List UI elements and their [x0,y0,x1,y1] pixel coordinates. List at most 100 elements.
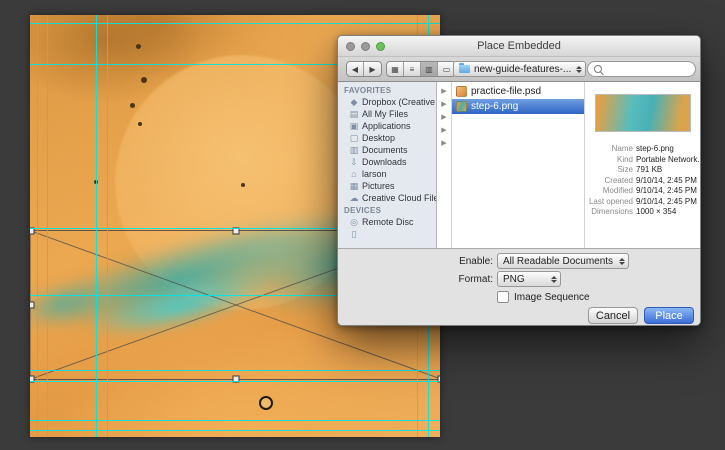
documents-icon: ▥ [349,144,359,155]
guide-horizontal[interactable] [30,381,440,382]
sidebar-item-label: larson [362,169,387,179]
view-mode-control: ▦ ≡ ▥ ▭ [386,61,456,77]
guide-vertical[interactable] [37,15,38,437]
info-value: 9/10/14, 2:45 PM [636,175,697,185]
paint-spot [141,77,147,83]
guide-vertical[interactable] [96,15,97,437]
sidebar-item-label: Creative Cloud Files [362,193,436,203]
file-browser: FAVORITES ◆ Dropbox (Creative Cl... ▤All … [338,82,700,248]
all-my-files-icon: ▤ [349,108,359,119]
navigation-control: ◀ ▶ [346,61,382,77]
search-field[interactable] [587,61,696,77]
info-value: Portable Network... [636,154,700,164]
info-value: 9/10/14, 2:45 PM [636,186,697,195]
chevron-right-icon[interactable]: ▶ [437,98,451,111]
transform-handle[interactable] [30,301,35,309]
photoshop-workspace: Place Embedded ◀ ▶ ▦ ≡ ▥ ▭ new-guide-fea… [0,0,725,450]
file-row-step-6[interactable]: step-6.png [452,99,584,114]
sidebar-item-downloads[interactable]: ⇩ Downloads [338,156,436,168]
guide-horizontal[interactable] [30,430,440,431]
guide-vertical[interactable] [47,15,48,437]
sidebar: FAVORITES ◆ Dropbox (Creative Cl... ▤All … [338,82,437,248]
preview-column: Name step-6.png Kind Portable Network... S… [585,82,700,248]
paint-ring-spot [259,396,273,410]
file-list-column: practice-file.psd step-6.png [452,82,585,248]
chevron-right-icon[interactable]: ▶ [437,124,451,137]
place-button[interactable]: Place [644,307,694,324]
format-label: Format: [458,273,493,285]
file-name: practice-file.psd [471,86,542,97]
enable-dropdown[interactable]: All Readable Documents [497,253,629,269]
psd-file-icon [456,86,467,97]
dialog-toolbar: ◀ ▶ ▦ ≡ ▥ ▭ new-guide-features-... [338,57,700,82]
sidebar-item-pictures[interactable]: ▦ Pictures [338,180,436,192]
info-label: Dimensions [591,207,633,216]
place-embedded-dialog: Place Embedded ◀ ▶ ▦ ≡ ▥ ▭ new-guide-fea… [337,35,701,326]
info-label: Last opened [588,196,633,206]
guide-vertical[interactable] [107,15,108,437]
dialog-title: Place Embedded [477,40,561,52]
png-file-icon [456,101,467,112]
downloads-icon: ⇩ [350,156,358,167]
cancel-button[interactable]: Cancel [588,307,638,324]
info-value: 1000 × 354 [636,207,677,216]
chevron-right-icon[interactable]: ▶ [437,85,451,98]
sidebar-item-home[interactable]: ⌂ larson [338,168,436,180]
sidebar-item-remote-disc[interactable]: ◎ Remote Disc [338,216,436,228]
popup-arrows-icon [546,275,557,283]
sidebar-item-creative-cloud[interactable]: ☁ Creative Cloud Files [338,192,437,204]
folder-icon [459,63,470,73]
popup-arrows-icon [571,65,582,73]
sidebar-item-documents[interactable]: ▥ Documents [338,144,436,156]
sidebar-item-label: All My Files [362,109,409,119]
paint-spot [130,103,135,108]
back-button[interactable]: ◀ [347,62,364,76]
forward-button[interactable]: ▶ [364,62,381,76]
device-icon: ▯ [351,228,357,239]
chevron-right-icon[interactable]: ▶ [437,137,451,150]
paint-spot [136,44,141,49]
guide-horizontal[interactable] [30,370,440,371]
list-view-button[interactable]: ≡ [404,62,421,76]
dropbox-icon: ◆ [350,96,358,107]
info-label: Name [611,144,633,153]
sidebar-item-label: Remote Disc [362,217,414,227]
sidebar-item-desktop[interactable]: ▢ Desktop [338,132,436,144]
dialog-titlebar[interactable]: Place Embedded [338,36,700,57]
file-preview-thumbnail [594,94,691,132]
sidebar-item-label: Pictures [362,181,395,191]
guide-horizontal[interactable] [30,420,440,421]
file-info: Name step-6.png Kind Portable Network... S… [585,144,700,218]
folder-path-label: new-guide-features-... [474,63,571,75]
sidebar-item-device[interactable]: ▯ [338,228,436,240]
info-label: Modified [602,186,633,195]
creative-cloud-icon: ☁ [349,192,359,203]
info-label: Kind [616,154,633,164]
sidebar-item-label: Desktop [362,133,396,143]
previous-column-strip: ▶ ▶ ▶ ▶ ▶ [437,82,452,248]
applications-icon: ▣ [349,120,359,131]
paint-spot [138,122,142,126]
column-view-button[interactable]: ▥ [421,62,438,76]
dialog-buttonbar: Cancel Place [338,304,700,325]
format-dropdown[interactable]: PNG [497,271,561,287]
pictures-icon: ▦ [349,180,359,191]
sidebar-item-dropbox[interactable]: ◆ Dropbox (Creative Cl... [338,96,436,108]
folder-path-dropdown[interactable]: new-guide-features-... [453,61,586,77]
guide-horizontal[interactable] [30,23,440,24]
icon-view-button[interactable]: ▦ [387,62,404,76]
sidebar-item-applications[interactable]: ▣ Applications [338,120,436,132]
sidebar-item-label: Applications [362,121,411,131]
sidebar-item-label: Downloads [362,157,407,167]
home-icon: ⌂ [351,169,357,179]
chevron-right-icon[interactable]: ▶ [437,111,451,124]
format-value: PNG [503,273,525,285]
sidebar-item-all-my-files[interactable]: ▤ All My Files [338,108,436,120]
info-value: 9/10/14, 2:45 PM [636,196,697,206]
options-panel: Enable: All Readable Documents Format: P… [338,248,700,305]
popup-arrows-icon [614,257,625,265]
image-sequence-checkbox[interactable] [497,291,509,303]
file-row-practice-file[interactable]: practice-file.psd [452,84,584,99]
sidebar-item-label: Documents [362,145,408,155]
favorites-header: FAVORITES [344,86,392,95]
